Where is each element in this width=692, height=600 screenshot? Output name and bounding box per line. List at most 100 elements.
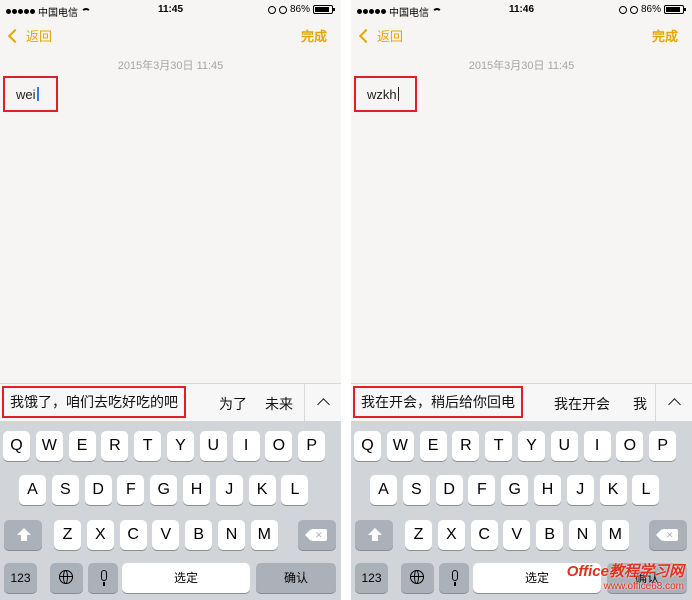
key-k[interactable]: K (599, 475, 627, 505)
delete-key[interactable]: ✕ (298, 520, 336, 550)
key-f[interactable]: F (117, 475, 145, 505)
candidate-bar: 我在开会，稍后给你回电 我在开会 我 (351, 383, 692, 422)
key-z[interactable]: Z (54, 520, 81, 550)
key-r[interactable]: R (101, 431, 129, 461)
key-c[interactable]: C (470, 520, 498, 550)
candidate-item[interactable]: 我在开会 (554, 394, 610, 414)
key-y[interactable]: Y (518, 431, 545, 461)
key-a[interactable]: A (370, 475, 397, 505)
shift-key[interactable] (355, 520, 393, 550)
key-s[interactable]: S (402, 475, 430, 505)
shift-key[interactable] (4, 520, 42, 550)
key-b[interactable]: B (185, 520, 213, 550)
key-y[interactable]: Y (167, 431, 194, 461)
back-label: 返回 (377, 29, 404, 44)
key-j[interactable]: J (566, 475, 594, 505)
key-n[interactable]: N (569, 520, 596, 550)
key-g[interactable]: G (150, 475, 178, 505)
alarm-icon (629, 5, 638, 14)
key-u[interactable]: U (199, 431, 227, 461)
key-o[interactable]: O (616, 431, 644, 461)
chevron-left-icon (358, 28, 374, 43)
dictation-key[interactable] (88, 563, 118, 593)
delete-key[interactable]: ✕ (649, 520, 687, 550)
watermark-url: www.office68.com (603, 581, 684, 592)
typed-text: wzkh (367, 87, 397, 102)
candidate-main[interactable]: 我饿了，咱们去吃好吃的吧 (2, 386, 186, 418)
return-key[interactable]: 确认 (256, 563, 336, 593)
battery-fill (315, 7, 329, 12)
watermark: Office教程学习网 www.office68.com (567, 564, 684, 594)
globe-key[interactable] (50, 563, 83, 593)
key-n[interactable]: N (218, 520, 245, 550)
done-button[interactable]: 完成 (301, 26, 327, 45)
chevron-up-icon (668, 398, 681, 411)
note-date: 2015年3月30日 11:45 (117, 60, 224, 72)
key-c[interactable]: C (119, 520, 147, 550)
key-g[interactable]: G (501, 475, 529, 505)
key-v[interactable]: V (503, 520, 531, 550)
key-x[interactable]: X (437, 520, 465, 550)
key-m[interactable]: M (601, 520, 629, 550)
key-e[interactable]: E (419, 431, 447, 461)
typed-text: wei (16, 87, 36, 102)
key-l[interactable]: L (281, 475, 309, 505)
watermark-brand: Office教程学习网 (566, 563, 684, 580)
done-button[interactable]: 完成 (652, 26, 678, 45)
phone-screen-right: 中国电信 11:46 86% 返回 完成 2015年3月30日 11:45 wz… (351, 0, 692, 600)
key-t[interactable]: T (134, 431, 162, 461)
note-text-area[interactable]: wei (3, 76, 58, 112)
key-a[interactable]: A (19, 475, 46, 505)
key-j[interactable]: J (215, 475, 243, 505)
key-d[interactable]: D (84, 475, 112, 505)
microphone-icon (101, 570, 107, 581)
key-p[interactable]: P (298, 431, 326, 461)
key-m[interactable]: M (250, 520, 278, 550)
key-d[interactable]: D (435, 475, 463, 505)
key-b[interactable]: B (536, 520, 564, 550)
candidate-main[interactable]: 我在开会，稍后给你回电 (353, 386, 523, 418)
key-e[interactable]: E (68, 431, 96, 461)
candidate-expand-button[interactable] (304, 384, 341, 422)
back-button[interactable]: 返回 (7, 26, 52, 45)
candidate-item[interactable]: 我 (633, 394, 647, 414)
status-bar: 中国电信 11:45 86% (0, 0, 341, 20)
status-bar: 中国电信 11:46 86% (351, 0, 692, 20)
key-z[interactable]: Z (405, 520, 432, 550)
key-i[interactable]: I (583, 431, 611, 461)
key-w[interactable]: W (35, 431, 63, 461)
dictation-key[interactable] (439, 563, 469, 593)
candidate-item[interactable]: 未来 (265, 394, 293, 414)
numbers-key[interactable]: 123 (4, 563, 37, 593)
numbers-key[interactable]: 123 (355, 563, 388, 593)
key-w[interactable]: W (386, 431, 414, 461)
key-h[interactable]: H (534, 475, 561, 505)
key-q[interactable]: Q (3, 431, 30, 461)
keyboard: QWERTYUIOP ASDFGHJKL ZXCVBNM ✕ 123 选定 确认 (0, 421, 341, 600)
globe-icon (410, 570, 424, 584)
key-p[interactable]: P (649, 431, 677, 461)
key-o[interactable]: O (265, 431, 293, 461)
alarm-icon (278, 5, 287, 14)
key-v[interactable]: V (152, 520, 180, 550)
key-i[interactable]: I (232, 431, 260, 461)
note-text-area[interactable]: wzkh (354, 76, 417, 112)
key-l[interactable]: L (632, 475, 660, 505)
key-h[interactable]: H (183, 475, 210, 505)
candidate-item[interactable]: 为了 (219, 394, 247, 414)
back-button[interactable]: 返回 (358, 26, 404, 45)
key-r[interactable]: R (452, 431, 480, 461)
key-f[interactable]: F (468, 475, 496, 505)
key-s[interactable]: S (51, 475, 79, 505)
key-t[interactable]: T (485, 431, 513, 461)
key-x[interactable]: X (86, 520, 114, 550)
space-key[interactable]: 选定 (122, 563, 250, 593)
key-q[interactable]: Q (354, 431, 381, 461)
lock-rotation-icon (267, 5, 276, 14)
key-k[interactable]: K (248, 475, 276, 505)
shift-icon (17, 528, 31, 535)
globe-key[interactable] (401, 563, 434, 593)
candidate-expand-button[interactable] (655, 384, 692, 422)
key-u[interactable]: U (550, 431, 578, 461)
battery-percent: 86% (289, 4, 310, 15)
